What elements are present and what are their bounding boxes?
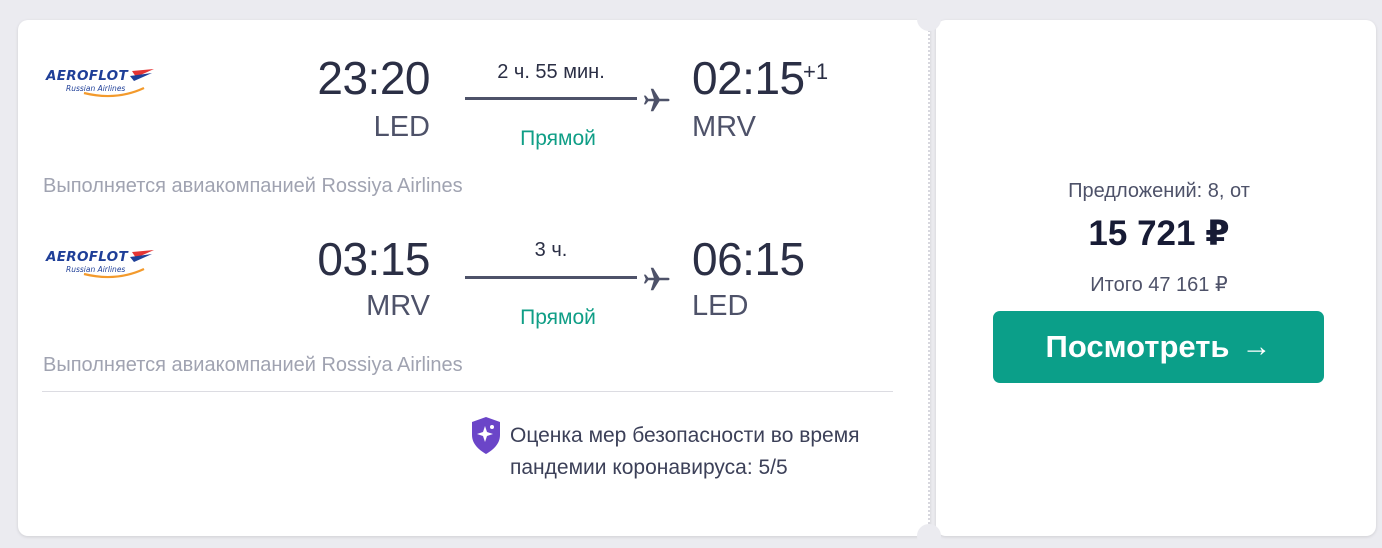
ticket-notch-bottom — [917, 524, 941, 548]
arrival-time: 06:15 — [692, 233, 805, 285]
view-button-label: Посмотреть — [1045, 329, 1230, 364]
arrival-airport: MRV — [692, 111, 756, 143]
section-divider — [42, 391, 893, 392]
aeroflot-logo: AEROFLOT Russian Airlines — [46, 249, 158, 285]
aeroflot-logo: AEROFLOT Russian Airlines — [46, 68, 158, 104]
offers-count: Предложений: 8, от — [1068, 180, 1250, 202]
route-line — [465, 276, 637, 279]
departure-time: 23:20 — [317, 52, 430, 104]
flight-duration: 2 ч. 55 мин. — [497, 61, 605, 83]
route-line — [465, 97, 637, 100]
airplane-icon — [643, 267, 670, 291]
stops-label: Прямой — [520, 127, 596, 150]
operated-by: Выполняется авиакомпанией Rossiya Airlin… — [43, 354, 463, 376]
arrival-airport: LED — [692, 290, 749, 322]
departure-airport: LED — [373, 111, 430, 143]
operated-by: Выполняется авиакомпанией Rossiya Airlin… — [43, 175, 463, 197]
total-price: Итого 47 161 ₽ — [1090, 274, 1228, 296]
aeroflot-wing-icon — [83, 69, 154, 98]
price: 15 721 ₽ — [1088, 214, 1230, 253]
aeroflot-wing-icon — [83, 250, 154, 279]
arrival-time: 02:15 — [692, 52, 805, 104]
ticket-divider — [928, 30, 930, 524]
ticket-notch-top — [917, 7, 941, 31]
departure-airport: MRV — [366, 290, 430, 322]
arrow-right-icon: → — [1241, 330, 1272, 363]
safety-rating-text: Оценка мер безопасности во время пандеми… — [510, 424, 860, 479]
airplane-icon — [643, 88, 670, 112]
departure-time: 03:15 — [317, 233, 430, 285]
stops-label: Прямой — [520, 306, 596, 329]
flight-duration: 3 ч. — [534, 239, 568, 261]
shield-sparkle-icon — [472, 417, 500, 454]
next-day-badge: +1 — [803, 59, 829, 84]
view-button[interactable]: Посмотреть → — [993, 311, 1324, 383]
